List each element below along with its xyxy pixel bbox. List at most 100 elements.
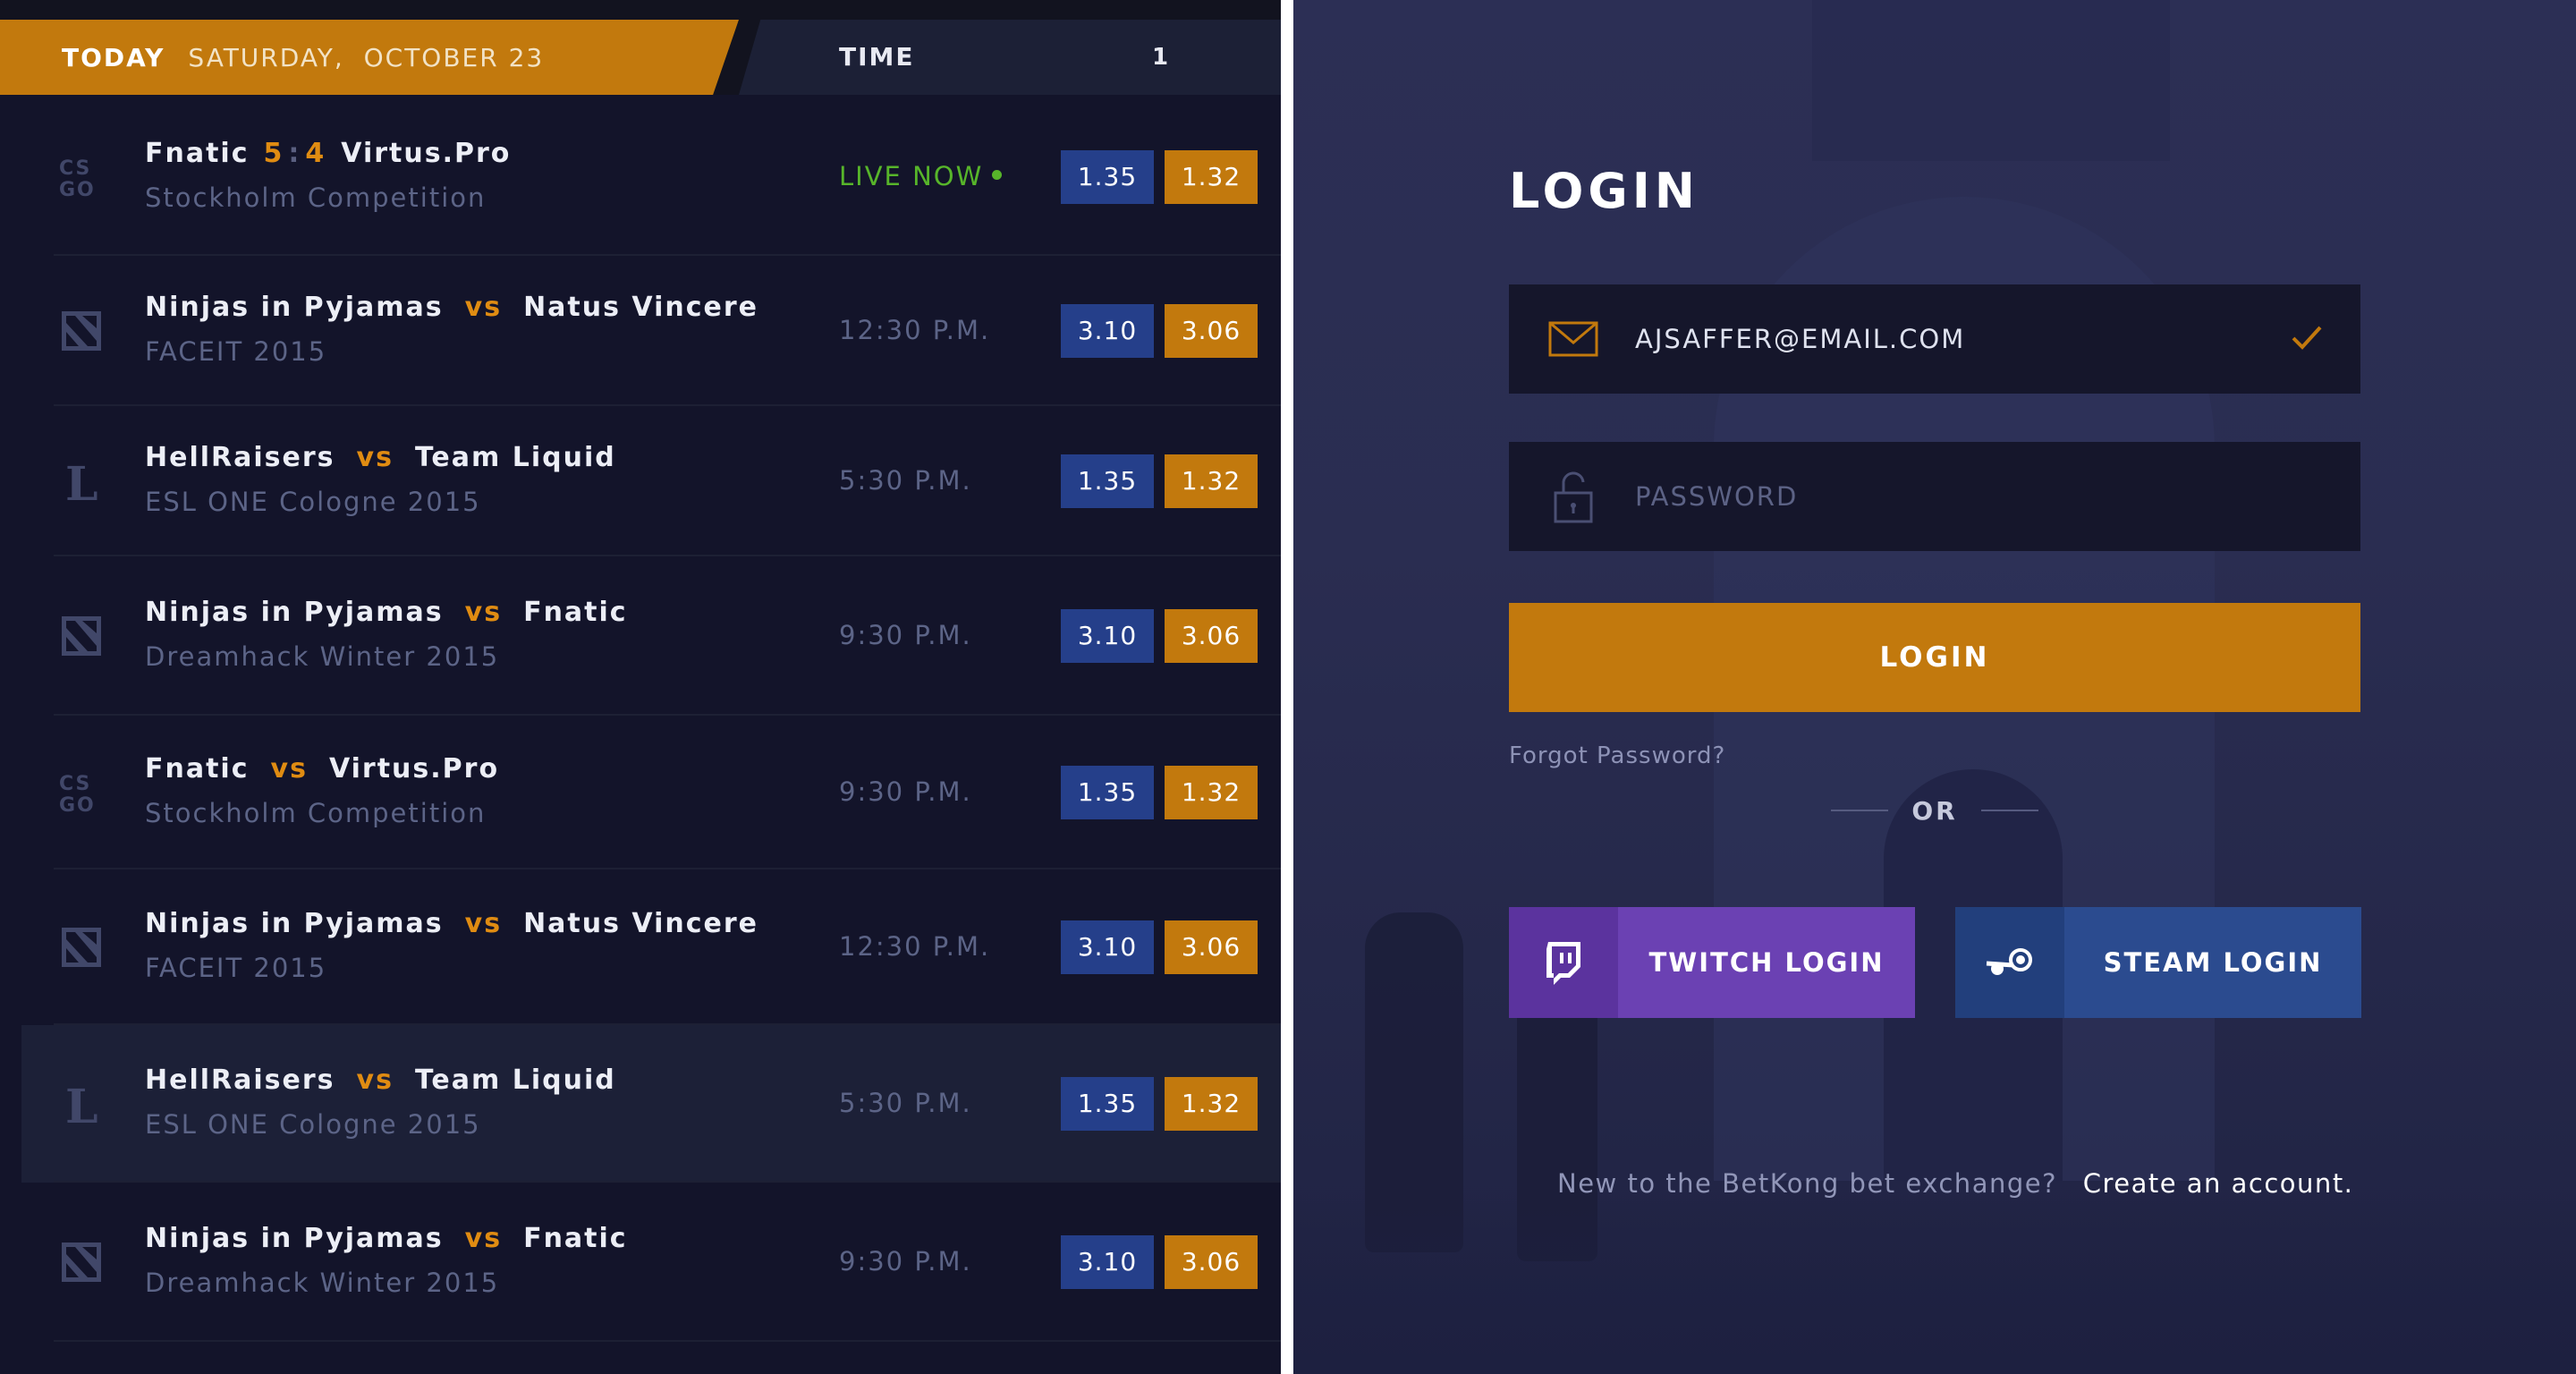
match-teams: Ninjas in Pyjamas vs Fnatic <box>145 597 628 628</box>
svg-text:L: L <box>65 1081 98 1126</box>
team-two: Virtus.Pro <box>328 753 500 785</box>
current-date: SATURDAY, OCTOBER 23 <box>188 42 545 72</box>
login-panel: LOGIN LOGIN Forgot Password? OR TWITCH L… <box>1293 0 2576 1374</box>
match-time: 5:30 P.M. <box>839 465 972 496</box>
email-field[interactable] <box>1509 284 2360 394</box>
panel-divider <box>1281 0 1293 1374</box>
league-of-legends-icon: L <box>54 1076 109 1132</box>
time-column-header: TIME 1 <box>739 20 1281 95</box>
odds-button-away[interactable]: 3.06 <box>1165 920 1258 974</box>
match-row[interactable]: L HellRaisers vs Team Liquid ESL ONE Cologne… <box>0 406 1281 556</box>
schedule-header: TODAY SATURDAY, OCTOBER 23 TIME 1 <box>0 0 1281 95</box>
twitch-login-button[interactable]: TWITCH LOGIN <box>1509 907 1915 1018</box>
match-teams: HellRaisers vs Team Liquid <box>145 1064 616 1096</box>
dota-icon <box>54 1234 109 1290</box>
odds-button-away[interactable]: 3.06 <box>1165 304 1258 358</box>
team-two: Natus Vincere <box>523 292 759 323</box>
time-label: TIME <box>839 42 915 72</box>
event-name: ESL ONE Cologne 2015 <box>145 1109 481 1140</box>
csgo-icon: CS GO <box>54 765 109 820</box>
create-account-link[interactable]: Create an account. <box>2083 1168 2354 1199</box>
checkmark-icon <box>2291 324 2323 354</box>
vs-label: vs <box>464 908 503 939</box>
login-title: LOGIN <box>1509 163 1699 219</box>
live-status: LIVE NOW <box>839 161 1003 191</box>
team-one: Fnatic <box>145 138 250 169</box>
event-name: FACEIT 2015 <box>145 953 327 983</box>
team-one: HellRaisers <box>145 442 335 473</box>
odds-button-home[interactable]: 3.10 <box>1061 609 1154 663</box>
odds-button-away[interactable]: 1.32 <box>1165 454 1258 508</box>
score-one: 5 <box>263 138 285 169</box>
steam-icon <box>1955 907 2064 1018</box>
match-row[interactable]: CS GO Fnatic vs Virtus.Pro Stockholm Competit… <box>0 716 1281 869</box>
odds-button-home[interactable]: 3.10 <box>1061 920 1154 974</box>
odds-button-home[interactable]: 1.35 <box>1061 150 1154 204</box>
csgo-icon: CS GO <box>54 149 109 205</box>
match-row[interactable]: Ninjas in Pyjamas vs Fnatic Dreamhack Winte… <box>0 556 1281 716</box>
steam-login-label: STEAM LOGIN <box>2103 947 2323 978</box>
envelope-icon <box>1546 312 1600 366</box>
odds-button-away[interactable]: 1.32 <box>1165 150 1258 204</box>
league-of-legends-icon: L <box>54 454 109 509</box>
event-name: ESL ONE Cologne 2015 <box>145 487 481 517</box>
match-row[interactable]: L HellRaisers vs Team Liquid ESL ONE Cologne… <box>0 1025 1281 1183</box>
login-button[interactable]: LOGIN <box>1509 603 2360 712</box>
event-name: FACEIT 2015 <box>145 336 327 367</box>
divider-line <box>1831 810 1889 811</box>
or-label: OR <box>1911 795 1958 826</box>
odds-button-home[interactable]: 1.35 <box>1061 1077 1154 1131</box>
odds-button-home[interactable]: 3.10 <box>1061 1235 1154 1289</box>
odds-button-away[interactable]: 1.32 <box>1165 766 1258 819</box>
match-row[interactable]: Ninjas in Pyjamas vs Fnatic Dreamhack Winte… <box>0 1183 1281 1342</box>
match-time: 12:30 P.M. <box>839 315 991 345</box>
odds-button-away[interactable]: 3.06 <box>1165 1235 1258 1289</box>
team-one: Ninjas in Pyjamas <box>145 597 444 628</box>
vs-label: vs <box>464 597 503 628</box>
match-row[interactable]: CS GO Fnatic 5:4 Virtus.Pro Stockholm Competi… <box>0 98 1281 256</box>
today-label: TODAY <box>62 42 165 72</box>
match-teams: Fnatic vs Virtus.Pro <box>145 753 499 785</box>
team-two: Team Liquid <box>414 1064 616 1096</box>
team-two: Fnatic <box>523 1223 628 1254</box>
email-input[interactable] <box>1635 324 2261 354</box>
team-two: Fnatic <box>523 597 628 628</box>
vs-label: vs <box>356 1064 394 1096</box>
today-banner: TODAY SATURDAY, OCTOBER 23 <box>0 20 739 95</box>
twitch-icon <box>1509 907 1618 1018</box>
svg-text:GO: GO <box>59 179 96 198</box>
steam-login-button[interactable]: STEAM LOGIN <box>1955 907 2361 1018</box>
match-row[interactable]: Ninjas in Pyjamas vs Natus Vincere FACEIT 2… <box>0 869 1281 1025</box>
vs-label: vs <box>464 292 503 323</box>
match-teams: Ninjas in Pyjamas vs Fnatic <box>145 1223 628 1254</box>
match-row[interactable]: Ninjas in Pyjamas vs Natus Vincere FACEIT 2… <box>0 256 1281 406</box>
odds-button-away[interactable]: 1.32 <box>1165 1077 1258 1131</box>
twitch-login-label: TWITCH LOGIN <box>1648 947 1885 978</box>
match-teams: HellRaisers vs Team Liquid <box>145 442 616 473</box>
vs-label: vs <box>356 442 394 473</box>
event-name: Stockholm Competition <box>145 798 487 828</box>
vs-label: vs <box>464 1223 503 1254</box>
team-one: Ninjas in Pyjamas <box>145 1223 444 1254</box>
odds-button-home[interactable]: 1.35 <box>1061 766 1154 819</box>
odds-button-home[interactable]: 1.35 <box>1061 454 1154 508</box>
match-time: 5:30 P.M. <box>839 1088 972 1118</box>
team-one: HellRaisers <box>145 1064 335 1096</box>
team-two: Virtus.Pro <box>341 138 512 169</box>
team-one: Fnatic <box>145 753 250 785</box>
live-score: 5:4 <box>263 138 327 169</box>
signup-question: New to the BetKong bet exchange? <box>1557 1168 2057 1199</box>
match-time: 9:30 P.M. <box>839 1246 972 1276</box>
match-teams: Ninjas in Pyjamas vs Natus Vincere <box>145 908 758 939</box>
dota-icon <box>54 920 109 975</box>
odds-button-away[interactable]: 3.06 <box>1165 609 1258 663</box>
svg-text:CS: CS <box>59 773 91 795</box>
padlock-icon <box>1546 470 1600 523</box>
divider-line <box>1980 810 2038 811</box>
team-one: Ninjas in Pyjamas <box>145 908 444 939</box>
event-name: Dreamhack Winter 2015 <box>145 641 500 672</box>
forgot-password-link[interactable]: Forgot Password? <box>1509 742 1725 769</box>
odds-button-home[interactable]: 3.10 <box>1061 304 1154 358</box>
password-input[interactable] <box>1635 481 2261 512</box>
password-field[interactable] <box>1509 442 2360 551</box>
